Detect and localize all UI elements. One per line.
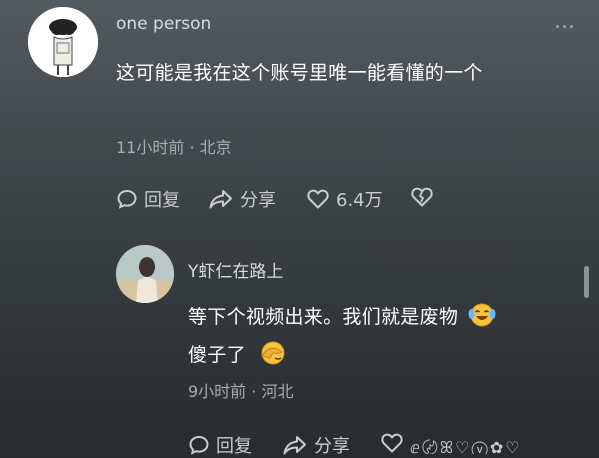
more-icon[interactable] [556,25,573,28]
like-count: 6.4万 [336,190,383,211]
heart-icon [381,433,403,453]
dislike-button[interactable] [410,186,434,208]
reply-meta: 9小时前 · 河北 [188,382,294,401]
reply-like-button[interactable] [380,432,404,454]
comment-meta: 11小时前 · 北京 [116,138,232,157]
reply-text-2: 傻子了 [188,344,246,366]
reply-share-label: 分享 [314,436,350,457]
scrollbar[interactable] [584,266,589,298]
reply-reply-label: 回复 [216,436,252,457]
reply-icon [117,189,137,209]
reply-text-line2: 傻子了 [188,340,288,371]
reply-text-1: 等下个视频出来。我们就是废物 [188,306,459,328]
share-icon [283,436,306,455]
like-button[interactable]: 6.4万 [306,186,383,212]
heart-icon [307,189,329,209]
reply-icon [189,435,209,455]
share-icon [209,190,232,209]
broken-heart-icon [411,187,433,207]
reply-label: 回复 [144,190,180,211]
reply-action-overflow: ⅇ〄ꕤ♡ⓥ✿♡ [410,438,522,454]
share-label: 分享 [240,190,276,211]
reply-button[interactable]: 回复 [116,186,180,212]
reply-text-line1: 等下个视频出来。我们就是废物 [188,302,497,333]
reply-reply-button[interactable]: 回复 [188,432,252,458]
reply-avatar[interactable] [116,245,174,303]
comment-text: 这可能是我在这个账号里唯一能看懂的一个 [116,62,483,84]
facepalm-emoji-icon [258,340,288,371]
avatar[interactable] [28,7,98,77]
laughing-crying-emoji-icon [467,302,497,333]
reply-share-button[interactable]: 分享 [282,432,350,458]
share-button[interactable]: 分享 [208,186,276,212]
reply-username[interactable]: Y虾仁在路上 [188,257,283,282]
cartoon-avatar-icon [28,7,98,77]
photo-avatar-icon [116,245,174,303]
comment-username[interactable]: one person [116,14,211,34]
